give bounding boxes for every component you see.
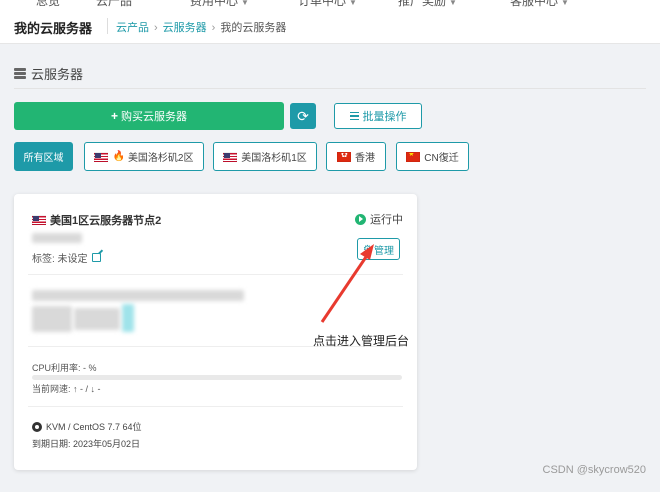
server-name: 美国1区云服务器节点2 xyxy=(50,215,162,227)
expiry-date: 到期日期: 2023年05月02日 xyxy=(32,439,141,449)
cpu-usage-label: CPU利用率: - % xyxy=(32,363,97,373)
chevron-down-icon: ▼ xyxy=(561,0,569,7)
top-nav-label: 客服中心 xyxy=(510,0,559,8)
tag-label: 标签: 未设定 xyxy=(32,254,88,265)
status-text: 运行中 xyxy=(370,214,403,226)
breadcrumb-products[interactable]: 云产品 xyxy=(116,22,149,34)
header-divider xyxy=(107,18,108,34)
chevron-down-icon: ▼ xyxy=(449,0,457,7)
top-nav-item-rewards[interactable]: 推广奖励 ▼ xyxy=(398,0,457,8)
region-label: CN復迁 xyxy=(424,153,459,164)
redacted-details xyxy=(122,304,134,332)
region-hk[interactable]: 香港 xyxy=(326,142,386,171)
redacted-details xyxy=(32,290,244,301)
redacted-details xyxy=(74,308,120,330)
region-la-2[interactable]: 🔥 美国洛杉矶2区 xyxy=(84,142,204,171)
redacted-ip xyxy=(32,233,82,243)
list-icon xyxy=(349,111,359,121)
edit-icon[interactable] xyxy=(91,253,101,262)
server-icon xyxy=(14,68,26,79)
card-divider xyxy=(28,406,403,407)
chevron-down-icon: ▼ xyxy=(241,0,249,7)
top-nav-label: 费用中心 xyxy=(190,0,239,8)
top-nav-item-billing[interactable]: 费用中心 ▼ xyxy=(190,0,249,8)
redacted-details xyxy=(32,306,72,332)
breadcrumb-separator: › xyxy=(211,22,216,34)
us-flag-icon xyxy=(94,151,109,162)
batch-operation-label: 批量操作 xyxy=(362,111,407,123)
watermark: CSDN @skycrow520 xyxy=(542,464,646,476)
us-flag-icon xyxy=(223,151,238,162)
region-label: 香港 xyxy=(355,153,375,164)
breadcrumb-current: 我的云服务器 xyxy=(220,22,287,34)
os-label: KVM / CentOS 7.7 64位 xyxy=(46,422,142,432)
server-name-row: 美国1区云服务器节点2 xyxy=(32,212,161,228)
top-nav-item-products[interactable]: 云产品 xyxy=(96,0,132,8)
annotation-text: 点击进入管理后台 xyxy=(313,334,410,348)
top-nav-item-overview[interactable]: 总览 xyxy=(36,0,60,8)
page-header: 我的云服务器 云产品 › 云服务器 › 我的云服务器 xyxy=(0,8,660,44)
region-la-1[interactable]: 美国洛杉矶1区 xyxy=(213,142,317,171)
breadcrumb-servers[interactable]: 云服务器 xyxy=(163,22,207,34)
plus-icon: + xyxy=(110,109,118,123)
os-row: KVM / CentOS 7.7 64位 xyxy=(32,420,142,433)
annotation-arrow xyxy=(320,244,374,323)
section-divider xyxy=(14,88,646,89)
tag-row: 标签: 未设定 xyxy=(32,250,101,265)
kvm-icon xyxy=(32,421,42,432)
us-flag-icon xyxy=(32,215,46,225)
batch-operation-button[interactable]: 批量操作 xyxy=(334,103,422,129)
status-badge: 运行中 xyxy=(355,211,403,227)
annotation-arrow-head xyxy=(360,244,374,260)
refresh-button[interactable]: ⟳ xyxy=(290,103,316,129)
hk-flag-icon xyxy=(337,151,351,162)
region-label: 美国洛杉矶2区 xyxy=(127,153,194,164)
top-nav-item-orders[interactable]: 订单中心 ▼ xyxy=(298,0,357,8)
top-nav-label: 推广奖励 xyxy=(398,0,447,8)
annotation-arrow-shaft xyxy=(320,253,370,323)
top-nav-label: 订单中心 xyxy=(298,0,347,8)
section-header: 云服务器 xyxy=(14,64,83,83)
play-icon xyxy=(355,213,366,225)
cpu-usage-bar xyxy=(32,375,402,380)
top-nav-label: 总览 xyxy=(36,0,61,8)
page-title: 我的云服务器 xyxy=(14,21,93,36)
chevron-down-icon: ▼ xyxy=(349,0,357,7)
region-label: 美国洛杉矶1区 xyxy=(241,153,307,164)
breadcrumb: 云产品 › 云服务器 › 我的云服务器 xyxy=(116,19,286,35)
region-label: 所有区域 xyxy=(23,153,64,164)
buy-server-label: 购买云服务器 xyxy=(121,111,187,123)
section-title: 云服务器 xyxy=(31,67,84,82)
top-nav-label: 云产品 xyxy=(96,0,133,8)
region-cn[interactable]: CN復迁 xyxy=(396,142,469,171)
top-nav-item-support[interactable]: 客服中心 ▼ xyxy=(510,0,569,8)
breadcrumb-separator: › xyxy=(154,22,158,34)
cn-flag-icon xyxy=(406,151,421,162)
buy-server-button[interactable]: + 购买云服务器 xyxy=(14,102,284,130)
refresh-icon: ⟳ xyxy=(297,107,309,124)
region-all[interactable]: 所有区域 xyxy=(14,142,73,171)
fire-icon: 🔥 xyxy=(112,151,125,162)
network-speed: 当前网速: ↑ - / ↓ - xyxy=(32,384,101,394)
top-nav: 总览 云产品 费用中心 ▼ 订单中心 ▼ 推广奖励 ▼ 客服中心 ▼ xyxy=(0,0,660,8)
